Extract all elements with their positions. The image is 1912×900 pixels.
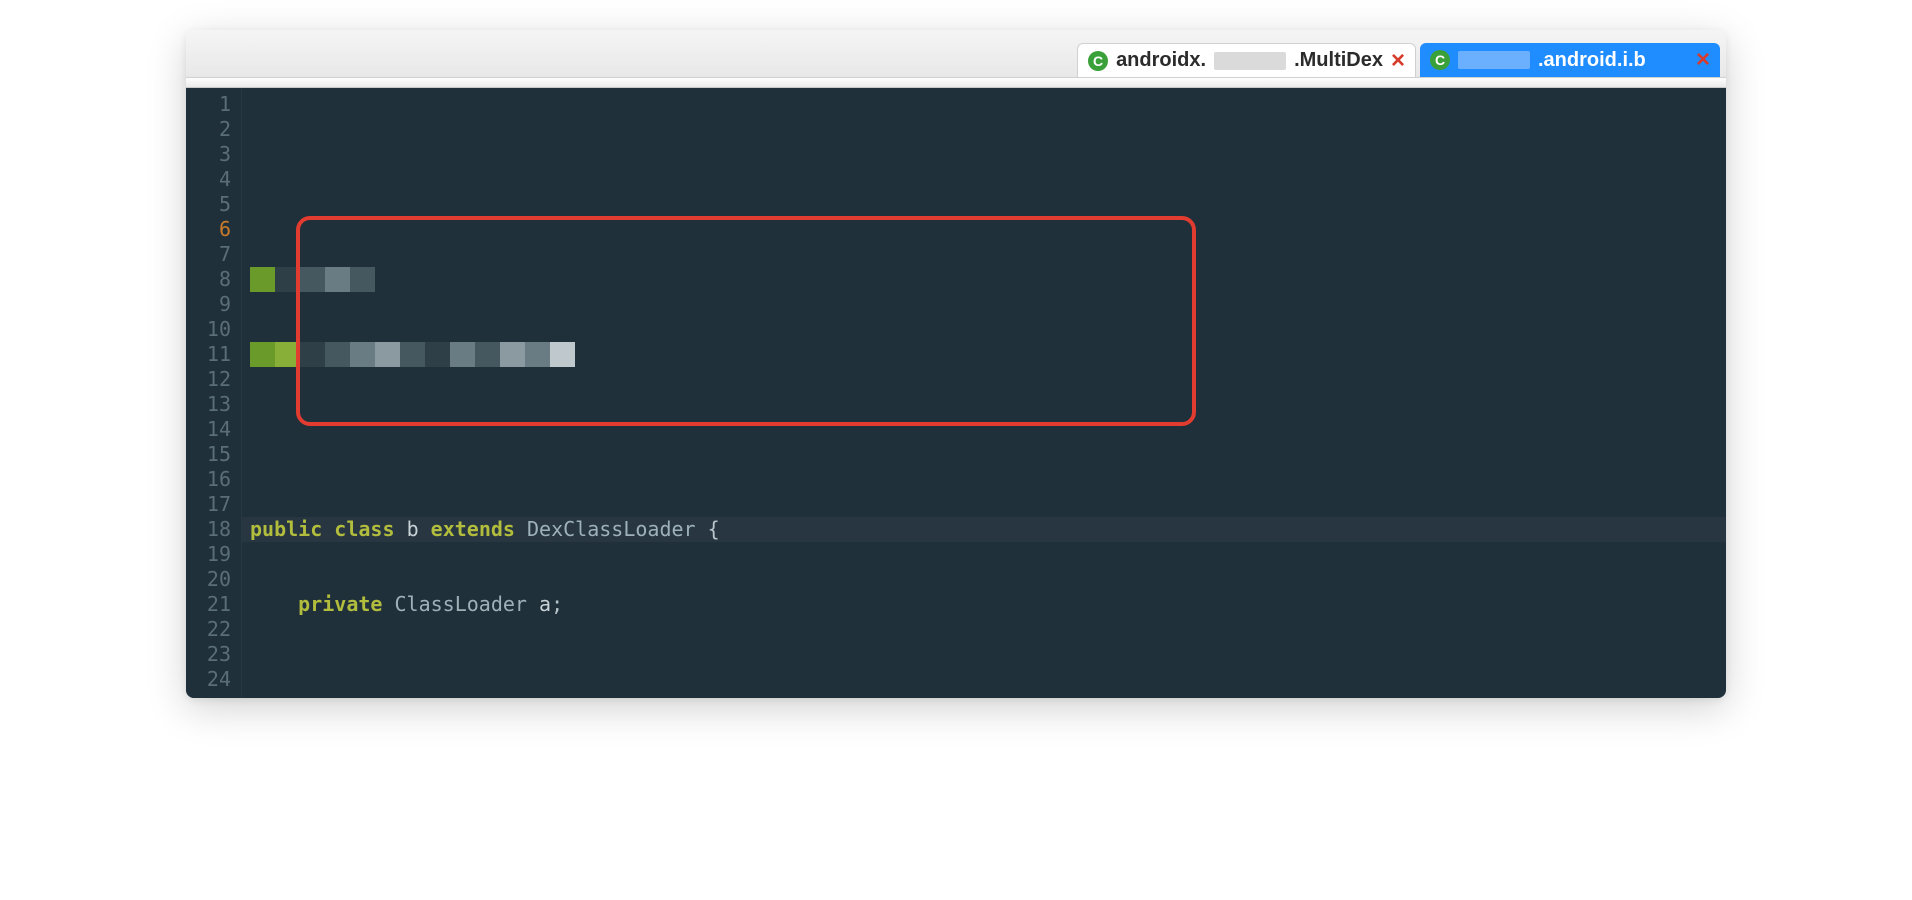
breadcrumb-bar xyxy=(186,78,1726,88)
code-line xyxy=(242,142,1726,167)
code-line: public class b extends DexClassLoader { xyxy=(242,517,1726,542)
code-line xyxy=(242,442,1726,467)
close-icon[interactable]: × xyxy=(1391,49,1405,73)
ide-window: C androidx..MultiDex × C .android.i.b × … xyxy=(186,30,1726,698)
line-number-gutter: 1 2 3 4 5 6 7 8 9 10 11 12 13 14 15 16 1… xyxy=(186,88,242,698)
code-area[interactable]: public class b extends DexClassLoader { … xyxy=(242,88,1726,698)
class-icon: C xyxy=(1430,50,1450,70)
tab-label-suffix: .MultiDex xyxy=(1294,49,1383,72)
redacted-icon xyxy=(1458,51,1530,69)
code-editor[interactable]: 1 2 3 4 5 6 7 8 9 10 11 12 13 14 15 16 1… xyxy=(186,88,1726,698)
tab-android-i-b[interactable]: C .android.i.b × xyxy=(1420,43,1720,77)
code-line xyxy=(242,667,1726,692)
tab-androidx-multidex[interactable]: C androidx. .MultiDex × xyxy=(1077,43,1416,77)
code-line xyxy=(242,292,1726,317)
code-line xyxy=(242,367,1726,392)
tab-label-prefix: androidx. xyxy=(1116,49,1206,72)
code-line xyxy=(242,217,1726,242)
close-icon[interactable]: × xyxy=(1696,48,1710,72)
redacted-icon xyxy=(1214,52,1286,70)
tab-bar: C androidx. .MultiDex × C .android.i.b × xyxy=(186,30,1726,78)
tab-label-suffix: .android.i.b xyxy=(1538,49,1646,72)
class-icon: C xyxy=(1088,51,1108,71)
code-line: private ClassLoader a; xyxy=(242,592,1726,617)
